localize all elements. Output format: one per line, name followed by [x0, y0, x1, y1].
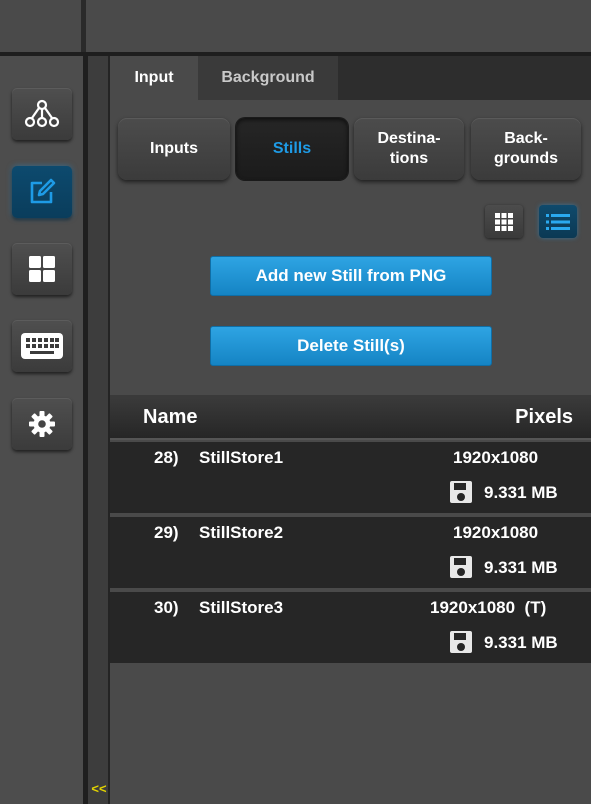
- still-name: StillStore3: [199, 598, 284, 617]
- still-pixels: 1920x1080 (T): [430, 598, 547, 617]
- still-size: 9.331 MB: [484, 633, 558, 652]
- segment-inputs[interactable]: Inputs: [118, 118, 230, 180]
- table-row[interactable]: 29) StillStore2 1920x1080 9.331 MB: [110, 517, 591, 590]
- network-button[interactable]: [12, 88, 72, 140]
- still-size: 9.331 MB: [484, 558, 558, 577]
- grid-squares-icon: [29, 256, 55, 282]
- edit-button[interactable]: [12, 166, 72, 218]
- still-name: StillStore1: [199, 448, 284, 467]
- list-view-icon: [546, 213, 570, 230]
- row-index: 29): [154, 523, 179, 542]
- segment-stills[interactable]: Stills: [236, 118, 348, 180]
- left-rail: [0, 56, 83, 804]
- edit-pencil-icon: [30, 178, 56, 204]
- gear-icon: [29, 411, 55, 437]
- table-row[interactable]: 28) StillStore1 1920x1080 9.331 MB: [110, 442, 591, 515]
- still-pixels: 1920x1080: [453, 448, 539, 467]
- save-icon[interactable]: [450, 556, 472, 578]
- table-row[interactable]: 30) StillStore3 1920x1080 (T) 9.331 MB: [110, 592, 591, 665]
- row-index: 30): [154, 598, 179, 617]
- segment-destinations[interactable]: Destina- tions: [354, 118, 464, 180]
- tab-bar: Input Background: [110, 56, 591, 100]
- list-view-button[interactable]: [539, 205, 577, 238]
- grid-view-icon: [495, 212, 513, 231]
- delete-still-button[interactable]: Delete Still(s): [210, 326, 492, 366]
- add-still-button[interactable]: Add new Still from PNG: [210, 256, 492, 296]
- collapse-button[interactable]: <<: [88, 778, 110, 798]
- segment-backgrounds[interactable]: Back- grounds: [471, 118, 581, 180]
- layouts-button[interactable]: [12, 243, 72, 295]
- row-index: 28): [154, 448, 179, 467]
- grid-view-button[interactable]: [485, 205, 523, 238]
- column-header-name[interactable]: Name: [143, 406, 197, 429]
- top-bar-right: [86, 0, 591, 52]
- network-tree-icon: [24, 99, 60, 128]
- save-icon[interactable]: [450, 631, 472, 653]
- column-header-pixels[interactable]: Pixels: [515, 406, 573, 429]
- tab-input[interactable]: Input: [110, 56, 198, 100]
- settings-button[interactable]: [12, 398, 72, 450]
- still-name: StillStore2: [199, 523, 284, 542]
- tab-background[interactable]: Background: [198, 56, 338, 100]
- keyboard-button[interactable]: [12, 320, 72, 372]
- keyboard-icon: [21, 333, 63, 359]
- table-header: Name Pixels: [110, 398, 591, 440]
- still-pixels: 1920x1080: [453, 523, 539, 542]
- collapse-strip: [88, 56, 110, 804]
- still-size: 9.331 MB: [484, 483, 558, 502]
- top-bar-left: [0, 0, 83, 52]
- save-icon[interactable]: [450, 481, 472, 503]
